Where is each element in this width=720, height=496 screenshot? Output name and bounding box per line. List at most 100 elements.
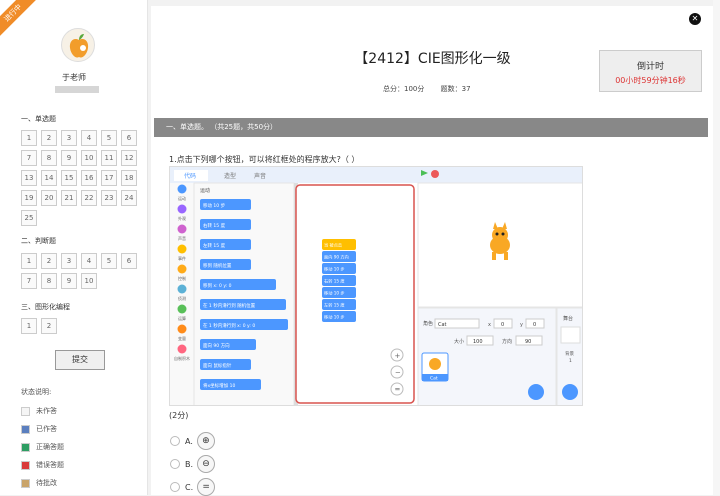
answer-option[interactable]: C. =: [170, 478, 216, 496]
question-nav-button[interactable]: 10: [81, 150, 97, 166]
question-nav-button[interactable]: 12: [121, 150, 137, 166]
true-false-grid: 1 2 3 4 5 6 7 8 9 10: [21, 253, 145, 293]
svg-text:0: 0: [533, 322, 536, 328]
option-letter: B.: [185, 459, 194, 469]
legend-swatch: [21, 478, 30, 488]
question-nav-button[interactable]: 6: [121, 253, 137, 269]
question-nav-button[interactable]: 1: [21, 318, 37, 334]
radio-button[interactable]: [170, 459, 180, 469]
palette-block-label: 在 1 秒内滑行到 x: 0 y: 0: [203, 322, 255, 329]
question-nav-button[interactable]: 13: [21, 170, 37, 186]
category-label: 变量: [178, 335, 186, 341]
answer-option[interactable]: B. ⊖: [170, 455, 216, 473]
question-nav-button[interactable]: 20: [41, 190, 57, 206]
question-nav-button[interactable]: 16: [81, 170, 97, 186]
question-nav-button[interactable]: 4: [81, 253, 97, 269]
radio-button[interactable]: [170, 482, 180, 492]
question-nav-button[interactable]: 3: [61, 253, 77, 269]
palette-label: 运动: [200, 187, 210, 194]
legend-label: 未作答: [36, 407, 57, 415]
question-nav-button[interactable]: 1: [21, 253, 37, 269]
question-nav-button[interactable]: 4: [81, 130, 97, 146]
scrollbar[interactable]: [713, 0, 720, 495]
question-nav-button[interactable]: 1: [21, 130, 37, 146]
question-nav-button[interactable]: 9: [61, 273, 77, 289]
category-label: 声音: [178, 235, 186, 241]
scratch-editor-screenshot: 代码 造型 声音 运动 外观 声音 事件 控制 侦测 运算 变量 自制积木 运动 移动 10 步…: [169, 166, 583, 406]
legend-label: 待批改: [36, 479, 57, 487]
question-nav-button[interactable]: 5: [101, 130, 117, 146]
sprite-name: Cat: [438, 322, 447, 328]
question-text: 1.点击下列哪个按钮，可以将红框处的程序放大?（ ）: [169, 155, 360, 164]
question-nav-button[interactable]: 2: [41, 253, 57, 269]
timer-label: 倒计时: [636, 62, 664, 72]
section-title-single-choice: 一、单选题: [21, 115, 56, 123]
category-dot: [177, 304, 187, 314]
legend-label: 错误答题: [36, 461, 64, 469]
question-nav-button[interactable]: 18: [121, 170, 137, 186]
question-nav-button[interactable]: 11: [101, 150, 117, 166]
category-dot: [177, 184, 187, 194]
question-nav-button[interactable]: 19: [21, 190, 37, 206]
question-nav-button[interactable]: 15: [61, 170, 77, 186]
legend-label: 正确答题: [36, 443, 64, 451]
legend-title: 状态说明:: [21, 388, 52, 396]
question-nav-button[interactable]: 23: [101, 190, 117, 206]
question-nav-button[interactable]: 2: [41, 130, 57, 146]
question-nav-button[interactable]: 6: [121, 130, 137, 146]
category-label: 控制: [178, 275, 186, 281]
script-block-label: 右转 15 度: [324, 278, 345, 285]
question-nav-button[interactable]: 2: [41, 318, 57, 334]
category-label: 运动: [178, 195, 186, 201]
question-nav-button[interactable]: 10: [81, 273, 97, 289]
add-sprite-icon: [528, 384, 544, 400]
legend-item: 未作答: [21, 406, 57, 416]
option-letter: C.: [185, 482, 194, 492]
question-nav-button[interactable]: 22: [81, 190, 97, 206]
question-nav-button[interactable]: 8: [41, 273, 57, 289]
category-label: 外观: [178, 215, 186, 221]
svg-text:1: 1: [569, 358, 572, 364]
question-nav-button[interactable]: 25: [21, 210, 37, 226]
script-block-label: 面向 90 方向: [324, 254, 349, 261]
category-label: 运算: [178, 315, 186, 321]
answer-option[interactable]: A. ⊕: [170, 432, 215, 450]
question-nav-button[interactable]: 8: [41, 150, 57, 166]
zoom-in-icon: ⊕: [196, 432, 215, 450]
question-nav-button[interactable]: 14: [41, 170, 57, 186]
left-panel: 进行中 于老师 一、单选题 1 2 3 4 5 6 7 8 9 10 11 12 13 14 15 16 17 1…: [0, 0, 148, 495]
question-nav-button[interactable]: 5: [101, 253, 117, 269]
script-block-label: 左转 15 度: [324, 302, 345, 309]
timer-value: 00小时59分钟16秒: [615, 76, 686, 85]
category-dot: [177, 204, 187, 214]
apple-logo-icon: [69, 34, 89, 58]
legend-label: 已作答: [36, 425, 57, 433]
palette-block-label: 在 1 秒内滑行到 随机位置: [203, 302, 256, 309]
svg-text:+: +: [395, 352, 401, 360]
avatar: [61, 28, 95, 62]
question-nav-button[interactable]: 7: [21, 150, 37, 166]
question-nav-button[interactable]: 7: [21, 273, 37, 289]
palette-block-label: 移到 x: 0 y: 0: [203, 282, 232, 289]
question-nav-button[interactable]: 21: [61, 190, 77, 206]
question-nav-button[interactable]: 24: [121, 190, 137, 206]
zoom-out-icon: ⊖: [197, 455, 216, 473]
radio-button[interactable]: [170, 436, 180, 446]
svg-text:100: 100: [473, 339, 483, 345]
add-backdrop-icon: [562, 384, 578, 400]
close-icon[interactable]: ✕: [689, 13, 701, 25]
submit-button[interactable]: 提交: [55, 350, 105, 370]
svg-text:Cat: Cat: [430, 376, 438, 382]
tab-costumes: 造型: [224, 172, 236, 180]
status-ribbon: 进行中: [0, 0, 39, 39]
teacher-subtitle-redacted: [55, 86, 99, 93]
question-nav-button[interactable]: 9: [61, 150, 77, 166]
palette-block-label: 将x坐标增加 10: [203, 382, 235, 389]
question-count: 题数：37: [440, 85, 471, 93]
section-title-graphical: 三、图形化编程: [21, 303, 70, 311]
legend-item: 待批改: [21, 478, 57, 488]
question-nav-button[interactable]: 17: [101, 170, 117, 186]
question-nav-button[interactable]: 3: [61, 130, 77, 146]
svg-text:−: −: [395, 369, 401, 377]
script-block-label: 移动 10 步: [324, 314, 345, 321]
